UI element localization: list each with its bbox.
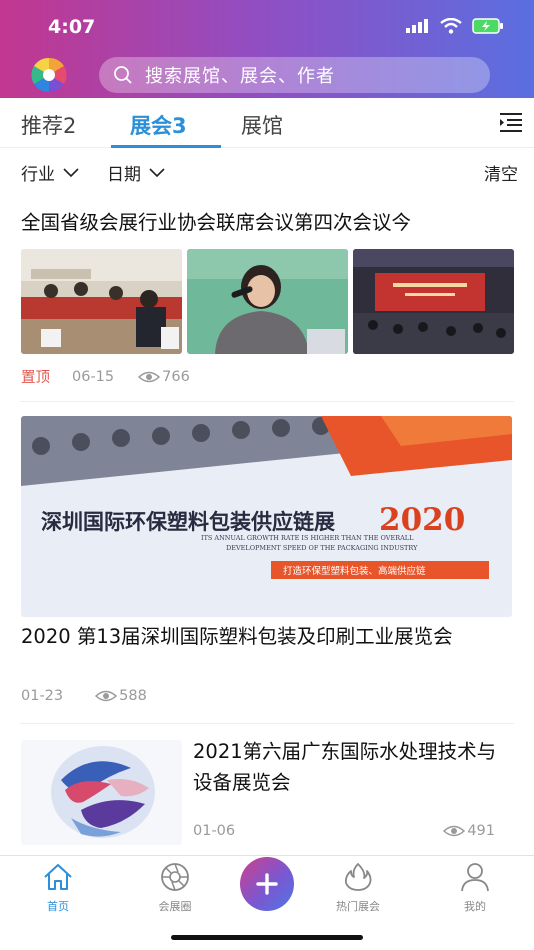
search-placeholder: 搜索展馆、展会、作者: [145, 66, 335, 87]
tab-venues[interactable]: 展馆: [241, 110, 283, 140]
banner-year: 2020: [379, 502, 465, 538]
divider: [20, 723, 514, 724]
date-filter-label: 日期: [107, 165, 141, 185]
article-date: 01-06: [193, 823, 236, 839]
article-date: 06-15: [72, 368, 115, 385]
flame-icon: [344, 863, 372, 891]
chevron-down-icon: [63, 167, 79, 177]
article-banner[interactable]: 深圳国际环保塑料包装供应链展 2020 ITS ANNUAL GROWTH RA…: [21, 416, 512, 617]
eye-icon: [138, 371, 161, 382]
filter-bar: 行业 日期 清空: [0, 152, 534, 188]
article-meta: 01-06 491: [193, 823, 495, 839]
banner-en-line2: DEVELOPMENT SPEED OF THE PACKAGING INDUS…: [226, 544, 418, 552]
date-filter[interactable]: 日期: [107, 160, 165, 185]
signal-icon: [406, 19, 428, 33]
active-tab-indicator: [111, 145, 221, 148]
view-count: 588: [119, 688, 147, 704]
article-title[interactable]: 2021第六届广东国际水处理技术与设备展览会: [193, 736, 513, 798]
app-logo-icon[interactable]: [27, 56, 71, 94]
plus-icon: [256, 873, 278, 895]
menu-indent-icon[interactable]: [498, 111, 524, 133]
nav-circle[interactable]: 会展圈: [135, 862, 215, 914]
wifi-icon: [440, 18, 462, 34]
tab-exhibitions[interactable]: 展会3: [130, 110, 187, 140]
banner-en-line1: ITS ANNUAL GROWTH RATE IS HIGHER THAN TH…: [201, 534, 414, 542]
status-icons: [406, 18, 504, 34]
view-count: 491: [467, 823, 495, 839]
pinned-badge: 置顶: [21, 370, 50, 386]
article-date: 01-23: [21, 688, 64, 704]
home-icon: [44, 864, 72, 890]
article-meta: 置顶 06-15 766: [21, 366, 190, 387]
app-header: 4:07 搜索展馆、展会、作者: [0, 0, 534, 98]
banner-slogan: 打造环保型塑料包装、高端供应链: [283, 565, 426, 577]
industry-filter[interactable]: 行业: [21, 160, 79, 185]
publish-button[interactable]: [240, 857, 294, 911]
user-icon: [461, 863, 489, 892]
clear-filters-button[interactable]: 清空: [484, 160, 518, 185]
search-input[interactable]: 搜索展馆、展会、作者: [99, 57, 490, 93]
nav-home-label: 首页: [47, 900, 69, 913]
home-indicator: [171, 935, 363, 940]
banner-title: 深圳国际环保塑料包装供应链展: [41, 509, 335, 534]
aperture-icon: [161, 863, 189, 891]
industry-filter-label: 行业: [21, 165, 55, 185]
nav-hot-exhibitions-label: 热门展会: [336, 900, 380, 913]
divider: [20, 401, 514, 402]
nav-hot-exhibitions[interactable]: 热门展会: [318, 862, 398, 914]
eye-icon: [443, 825, 466, 837]
article-photo[interactable]: [21, 249, 182, 354]
nav-profile-label: 我的: [464, 900, 486, 913]
article-meta: 01-23 588: [21, 688, 147, 704]
article-photo[interactable]: [353, 249, 514, 354]
article-thumbnail[interactable]: [21, 740, 182, 845]
search-icon: [114, 66, 132, 84]
nav-profile[interactable]: 我的: [435, 862, 515, 914]
view-count: 766: [162, 368, 190, 385]
nav-home[interactable]: 首页: [18, 862, 98, 914]
eye-icon: [95, 690, 118, 702]
article-title[interactable]: 全国省级会展行业协会联席会议第四次会议今: [21, 207, 521, 238]
article-photo[interactable]: [187, 249, 348, 354]
battery-icon: [472, 18, 503, 34]
article-title[interactable]: 2020 第13届深圳国际塑料包装及印刷工业展览会: [21, 621, 515, 652]
category-tabs: 推荐2 展会3 展馆: [0, 98, 534, 148]
nav-circle-label: 会展圈: [158, 900, 192, 913]
tab-recommended[interactable]: 推荐2: [21, 110, 76, 140]
status-time: 4:07: [48, 16, 96, 38]
chevron-down-icon: [149, 167, 165, 177]
